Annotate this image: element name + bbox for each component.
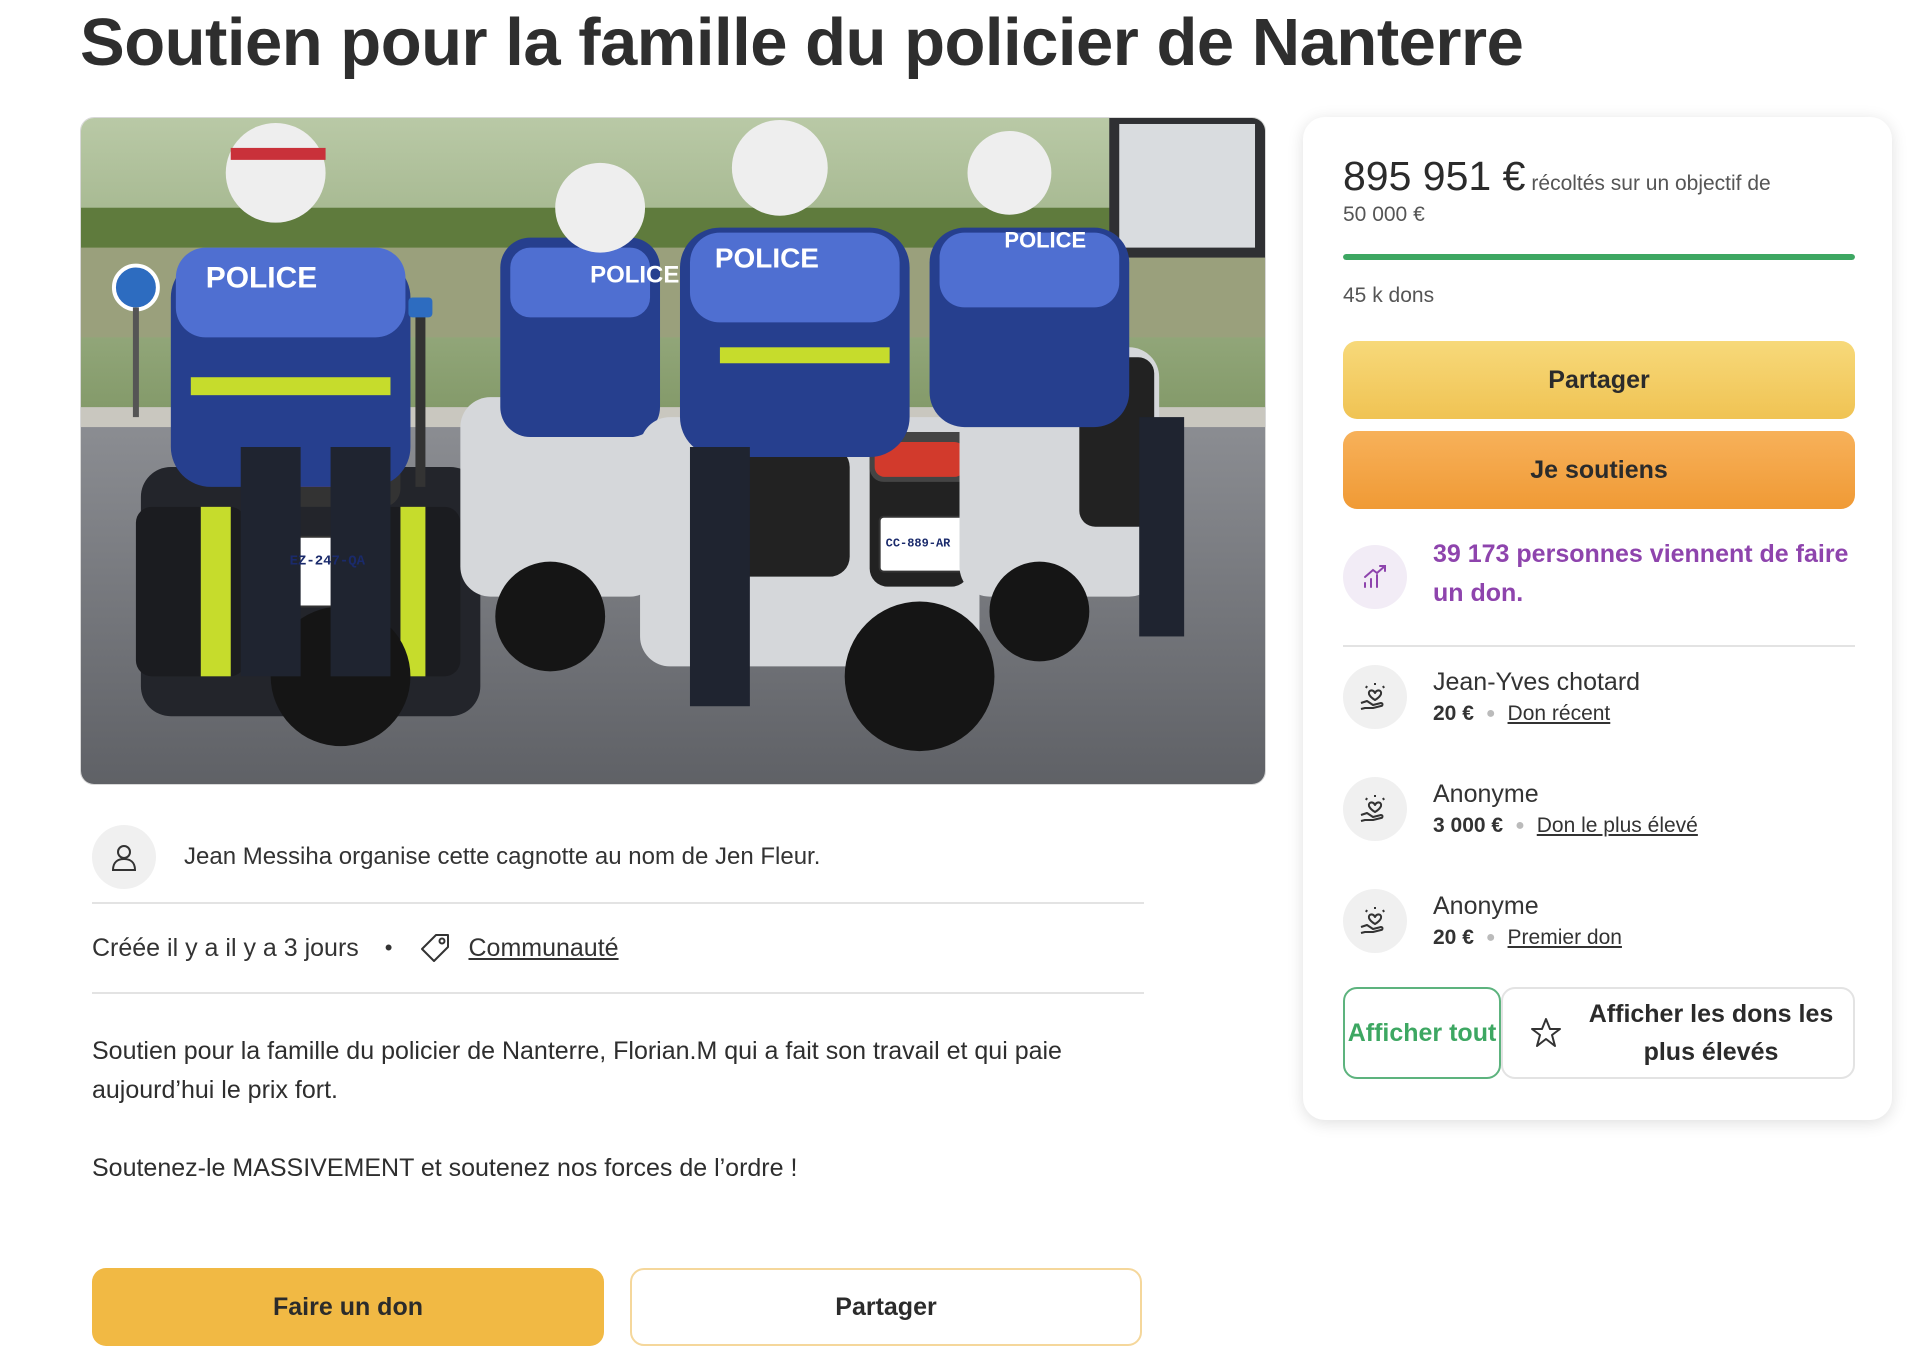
police-label: POLICE bbox=[1004, 228, 1086, 253]
progress-fill bbox=[1343, 254, 1855, 260]
donor-label-link[interactable]: Don récent bbox=[1508, 699, 1611, 729]
donor-amount: 20 € bbox=[1433, 926, 1474, 949]
description-paragraph: Soutien pour la famille du policier de N… bbox=[92, 1037, 1062, 1104]
show-top-label: Afficher les dons les plus élevés bbox=[1588, 1000, 1834, 1066]
trending-up-icon bbox=[1343, 545, 1407, 609]
donor-name: Anonyme bbox=[1433, 780, 1539, 808]
organizer-text: Jean Messiha organise cette cagnotte au … bbox=[184, 843, 821, 870]
separator-dot: ● bbox=[1515, 817, 1525, 834]
trend-text: 39 173 personnes viennent de faire un do… bbox=[1433, 540, 1849, 607]
donor-item: Anonyme 3 000 € ● Don le plus élevé bbox=[1343, 777, 1855, 857]
goal-amount: 50 000 € bbox=[1343, 203, 1425, 226]
support-button[interactable]: Je soutiens bbox=[1343, 431, 1855, 509]
donor-amount: 3 000 € bbox=[1433, 814, 1504, 837]
donations-count: 45 k dons bbox=[1343, 284, 1435, 307]
donor-name: Jean-Yves chotard bbox=[1433, 668, 1641, 696]
organizer-row: Jean Messiha organise cette cagnotte au … bbox=[92, 812, 1144, 904]
tag-icon bbox=[418, 931, 452, 965]
heart-hand-icon bbox=[1343, 777, 1407, 841]
donor-name: Anonyme bbox=[1433, 892, 1539, 920]
progress-bar bbox=[1343, 254, 1855, 260]
description: Soutien pour la famille du policier de N… bbox=[92, 1032, 1144, 1227]
amount-line: 895 951 € récoltés sur un objectif de bbox=[1343, 153, 1863, 200]
share-button[interactable]: Partager bbox=[630, 1268, 1142, 1346]
donor-item: Anonyme 20 € ● Premier don bbox=[1343, 889, 1855, 969]
police-label: POLICE bbox=[590, 262, 679, 289]
category-link[interactable]: Communauté bbox=[468, 934, 618, 963]
trend-notice: 39 173 personnes viennent de faire un do… bbox=[1343, 535, 1855, 647]
donor-item: Jean-Yves chotard 20 € ● Don récent bbox=[1343, 665, 1855, 745]
hero-photo: POLICE POLICE POLICE POLICE EZ-247-QA CC… bbox=[80, 117, 1266, 785]
license-plate: EZ-247-QA bbox=[290, 554, 366, 570]
separator-dot: ● bbox=[1485, 929, 1496, 946]
separator-dot: ● bbox=[1485, 705, 1496, 722]
show-top-donations-button[interactable]: Afficher les dons les plus élevés bbox=[1501, 987, 1855, 1079]
amount-text: récoltés sur un objectif de bbox=[1531, 172, 1771, 195]
star-icon bbox=[1529, 1016, 1563, 1050]
page-title: Soutien pour la famille du policier de N… bbox=[80, 5, 1524, 80]
amount-raised: 895 951 € bbox=[1343, 153, 1526, 199]
donate-button[interactable]: Faire un don bbox=[92, 1268, 604, 1346]
show-all-button[interactable]: Afficher tout bbox=[1343, 987, 1501, 1079]
description-paragraph: Soutenez-le MASSIVEMENT et soutenez nos … bbox=[92, 1154, 798, 1182]
separator-dot: • bbox=[384, 935, 393, 960]
created-date: Créée il y a il y a 3 jours bbox=[92, 933, 359, 962]
donor-amount: 20 € bbox=[1433, 702, 1474, 725]
license-plate: CC-889-AR bbox=[886, 537, 952, 551]
heart-hand-icon bbox=[1343, 889, 1407, 953]
police-label: POLICE bbox=[715, 243, 819, 274]
donor-label-link[interactable]: Premier don bbox=[1508, 923, 1622, 953]
police-label: POLICE bbox=[206, 262, 317, 295]
donor-label-link[interactable]: Don le plus élevé bbox=[1537, 811, 1698, 841]
meta-row: Créée il y a il y a 3 jours • Communauté bbox=[92, 904, 1144, 994]
user-icon bbox=[92, 825, 156, 889]
heart-hand-icon bbox=[1343, 665, 1407, 729]
police-motorcycles-photo: POLICE POLICE POLICE POLICE EZ-247-QA CC… bbox=[81, 118, 1265, 784]
share-card-button[interactable]: Partager bbox=[1343, 341, 1855, 419]
donation-card: 895 951 € récoltés sur un objectif de 50 … bbox=[1303, 117, 1892, 1120]
